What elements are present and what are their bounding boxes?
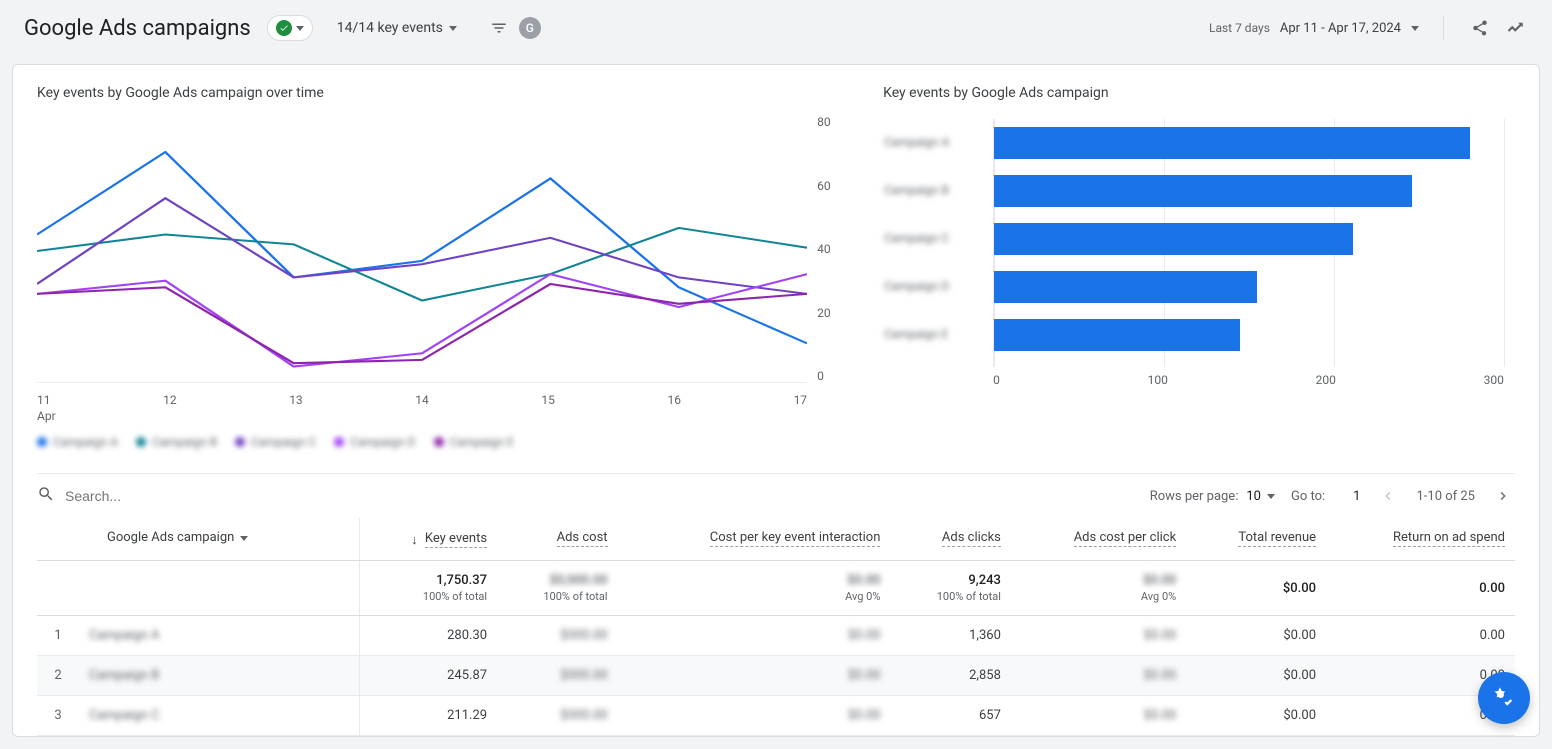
col-key-events[interactable]: ↓ Key events	[359, 518, 497, 561]
sort-desc-icon: ↓	[411, 532, 418, 548]
filter-group: G	[487, 16, 541, 40]
bar-row[interactable]: Campaign E	[994, 319, 1504, 351]
goto-page[interactable]: Go to: 1	[1291, 489, 1361, 504]
google-badge[interactable]: G	[519, 17, 541, 39]
bar-row[interactable]: Campaign D	[994, 271, 1504, 303]
bar-chart-title: Key events by Google Ads campaign	[883, 85, 1504, 101]
bar	[994, 319, 1240, 351]
bar-label: Campaign A	[884, 136, 984, 150]
bar-chart-panel: Key events by Google Ads campaign Campai…	[883, 85, 1504, 449]
line-chart-title: Key events by Google Ads campaign over t…	[37, 85, 835, 101]
line-chart-x-axis: 11121314151617	[37, 393, 807, 407]
data-table: Google Ads campaign ↓ Key events Ads cos…	[37, 518, 1515, 736]
rows-per-page[interactable]: Rows per page: 10	[1150, 489, 1275, 504]
main-card: Key events by Google Ads campaign over t…	[12, 64, 1540, 737]
chevron-down-icon	[296, 26, 304, 31]
filter-icon[interactable]	[487, 16, 511, 40]
legend-item[interactable]: Campaign C	[235, 435, 316, 449]
bar	[994, 127, 1470, 159]
bar-label: Campaign C	[884, 232, 984, 246]
status-pill[interactable]	[267, 15, 313, 41]
bar-label: Campaign B	[884, 184, 984, 198]
key-events-dropdown[interactable]: 14/14 key events	[337, 20, 457, 36]
col-ads-cost[interactable]: Ads cost	[497, 518, 617, 561]
rows-per-page-label: Rows per page:	[1150, 489, 1239, 504]
legend-item[interactable]: Campaign B	[136, 435, 217, 449]
line-chart-x-sublabel: Apr	[37, 409, 56, 423]
goto-label: Go to:	[1291, 489, 1325, 504]
date-range-value: Apr 11 - Apr 17, 2024	[1280, 21, 1401, 36]
chevron-down-icon	[1267, 494, 1275, 499]
status-check-icon	[276, 20, 292, 36]
col-cost-per-event[interactable]: Cost per key event interaction	[618, 518, 891, 561]
line-chart-legend: Campaign A Campaign B Campaign C Campaign D…	[37, 435, 835, 449]
goto-value: 1	[1353, 489, 1360, 504]
col-roas[interactable]: Return on ad spend	[1326, 518, 1515, 561]
col-campaign[interactable]: Google Ads campaign	[37, 518, 359, 561]
legend-item[interactable]: Campaign E	[434, 435, 514, 449]
date-range-picker[interactable]: Last 7 days Apr 11 - Apr 17, 2024	[1209, 21, 1419, 36]
table-row[interactable]: 2Campaign B245.87$000.00$0.002,858$0.00$…	[37, 656, 1515, 696]
chevron-down-icon	[1411, 26, 1419, 31]
bar-chart-x-axis: 0100200300	[993, 373, 1504, 387]
insights-fab[interactable]	[1478, 672, 1530, 724]
page-prev-button[interactable]	[1376, 484, 1400, 508]
rows-per-page-value: 10	[1246, 489, 1261, 504]
bar	[994, 223, 1353, 255]
page-next-button[interactable]	[1491, 484, 1515, 508]
date-range-label: Last 7 days	[1209, 21, 1270, 35]
bar-chart[interactable]: Campaign A Campaign B Campaign C Campaign D…	[883, 115, 1504, 395]
search-wrap	[37, 485, 337, 507]
table-header-row: Google Ads campaign ↓ Key events Ads cos…	[37, 518, 1515, 561]
legend-item[interactable]: Campaign D	[334, 435, 415, 449]
bar-row[interactable]: Campaign B	[994, 175, 1504, 207]
search-input[interactable]	[65, 488, 285, 504]
table-toolbar: Rows per page: 10 Go to: 1 1-10 of 25	[37, 473, 1515, 518]
table-row[interactable]: 3Campaign C211.29$000.00$0.00657$0.00$0.…	[37, 696, 1515, 736]
search-icon	[37, 485, 55, 507]
share-icon[interactable]	[1468, 16, 1492, 40]
line-chart[interactable]: 806040200 11121314151617 Apr	[37, 115, 835, 405]
chevron-down-icon	[240, 536, 248, 541]
chevron-down-icon	[449, 26, 457, 31]
table-row[interactable]: 1Campaign A280.30$000.00$0.001,360$0.00$…	[37, 616, 1515, 656]
divider	[1443, 16, 1444, 40]
page-title: Google Ads campaigns	[24, 16, 251, 41]
bar	[994, 271, 1257, 303]
top-bar: Google Ads campaigns 14/14 key events G …	[0, 0, 1552, 56]
col-ads-clicks[interactable]: Ads clicks	[890, 518, 1010, 561]
page-range: 1-10 of 25	[1416, 489, 1475, 504]
bar	[994, 175, 1412, 207]
bar-chart-area: Campaign A Campaign B Campaign C Campaign D…	[993, 119, 1504, 367]
insights-icon[interactable]	[1504, 16, 1528, 40]
key-events-label: 14/14 key events	[337, 20, 443, 36]
line-chart-y-axis: 806040200	[817, 115, 843, 383]
legend-item[interactable]: Campaign A	[37, 435, 118, 449]
bar-label: Campaign D	[884, 280, 984, 294]
col-cost-per-click[interactable]: Ads cost per click	[1011, 518, 1186, 561]
line-chart-panel: Key events by Google Ads campaign over t…	[37, 85, 835, 449]
bar-label: Campaign E	[884, 328, 984, 342]
table-summary-row: 1,750.37100% of total $0,000.00100% of t…	[37, 561, 1515, 616]
bar-row[interactable]: Campaign C	[994, 223, 1504, 255]
charts-row: Key events by Google Ads campaign over t…	[37, 85, 1515, 449]
col-total-revenue[interactable]: Total revenue	[1186, 518, 1326, 561]
line-chart-svg	[37, 119, 807, 383]
bar-row[interactable]: Campaign A	[994, 127, 1504, 159]
